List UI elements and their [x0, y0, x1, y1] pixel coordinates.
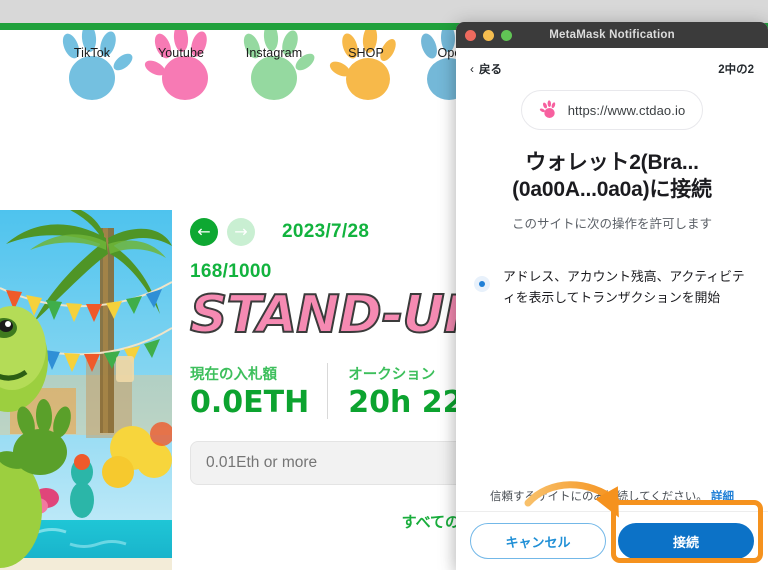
site-url-text: https://www.ctdao.io	[567, 102, 686, 118]
nft-artwork[interactable]	[0, 210, 172, 570]
auction-date: 2023/7/28	[282, 221, 370, 242]
auction-stats: 現在の入札額 0.0ETH オークション 20h 22	[190, 363, 478, 419]
prev-edition-button[interactable]: ←	[190, 218, 218, 246]
metamask-body: ‹ 戻る 2中の2 https://www.ctdao.io ウォレット2(Br…	[456, 48, 768, 570]
learn-more-link[interactable]: 詳細	[711, 491, 734, 503]
paw-icon	[329, 30, 396, 100]
social-link-label: SHOP	[348, 46, 384, 60]
social-link-youtube[interactable]: Youtube	[133, 30, 229, 102]
connect-heading: ウォレット2(Bra... (0a00A...0a0a)に接続	[472, 150, 752, 204]
auction-timer-value: 20h 22	[348, 385, 464, 420]
paw-icon	[243, 30, 315, 100]
social-link-label: TikTok	[73, 46, 111, 60]
step-indicator: 2中の2	[718, 64, 754, 76]
permission-radio-icon[interactable]	[474, 275, 490, 292]
next-edition-button[interactable]: →	[227, 218, 255, 246]
web-page-content: TikTok Youtube Instagram SHOP Open ← → 2…	[0, 30, 478, 570]
social-link-instagram[interactable]: Instagram	[226, 30, 322, 102]
chevron-left-icon: ‹	[470, 62, 474, 76]
connect-heading-line1: ウォレット2(Bra...	[525, 151, 699, 174]
back-button-label: 戻る	[479, 64, 502, 76]
auction-timer-label: オークション	[348, 367, 436, 383]
current-bid-value: 0.0ETH	[190, 385, 310, 420]
connect-heading-line2: (0a00A...0a0a)に接続	[512, 177, 712, 201]
close-icon[interactable]	[465, 29, 476, 41]
bid-amount-input[interactable]	[190, 440, 478, 485]
permission-row[interactable]: アドレス、アカウント残高、アクティビティを表示してトランザクションを開始	[474, 266, 750, 308]
social-link-label: Youtube	[157, 46, 205, 60]
social-link-label: Instagram	[245, 46, 303, 60]
back-button[interactable]: ‹ 戻る	[470, 61, 502, 77]
minimize-icon[interactable]	[483, 29, 494, 41]
paw-icon	[144, 30, 208, 100]
trust-note-text: 信頼するサイトにのみ接続してください。	[489, 491, 708, 503]
edition-nav-row: ← → 2023/7/28	[190, 215, 478, 249]
artwork-illustration	[0, 210, 172, 570]
site-url-pill: https://www.ctdao.io	[521, 90, 703, 130]
cancel-button[interactable]: キャンセル	[470, 523, 606, 559]
metamask-topbar: ‹ 戻る 2中の2	[456, 54, 768, 84]
social-nav: TikTok Youtube Instagram SHOP Open	[0, 30, 478, 102]
nft-detail-panel: ← → 2023/7/28 168/1000 STAND-UP 現在の入札額 0…	[189, 215, 478, 532]
paw-icon	[539, 100, 555, 118]
permission-text: アドレス、アカウント残高、アクティビティを表示してトランザクションを開始	[503, 268, 745, 305]
edition-counter: 168/1000	[190, 261, 272, 282]
paw-icon	[62, 30, 133, 100]
metamask-notification-window: MetaMask Notification ‹ 戻る 2中の2 https://…	[456, 22, 768, 570]
action-buttons: キャンセル 接続	[456, 512, 768, 570]
metamask-titlebar[interactable]: MetaMask Notification	[456, 22, 768, 48]
maximize-icon[interactable]	[501, 29, 512, 41]
social-link-shop[interactable]: SHOP	[318, 30, 414, 102]
connect-button[interactable]: 接続	[618, 523, 754, 559]
current-bid-label: 現在の入札額	[190, 367, 277, 383]
browser-chrome-bar	[0, 0, 768, 23]
current-bid-stat: 現在の入札額 0.0ETH	[190, 363, 327, 419]
social-link-tiktok[interactable]: TikTok	[44, 30, 140, 102]
nft-title: STAND-UP	[189, 285, 478, 345]
connect-subheading: このサイトに次の操作を許可します	[511, 216, 712, 231]
all-bids-link[interactable]: すべての入札	[190, 511, 478, 532]
trust-note: 信頼するサイトにのみ接続してください。 詳細	[456, 488, 768, 504]
